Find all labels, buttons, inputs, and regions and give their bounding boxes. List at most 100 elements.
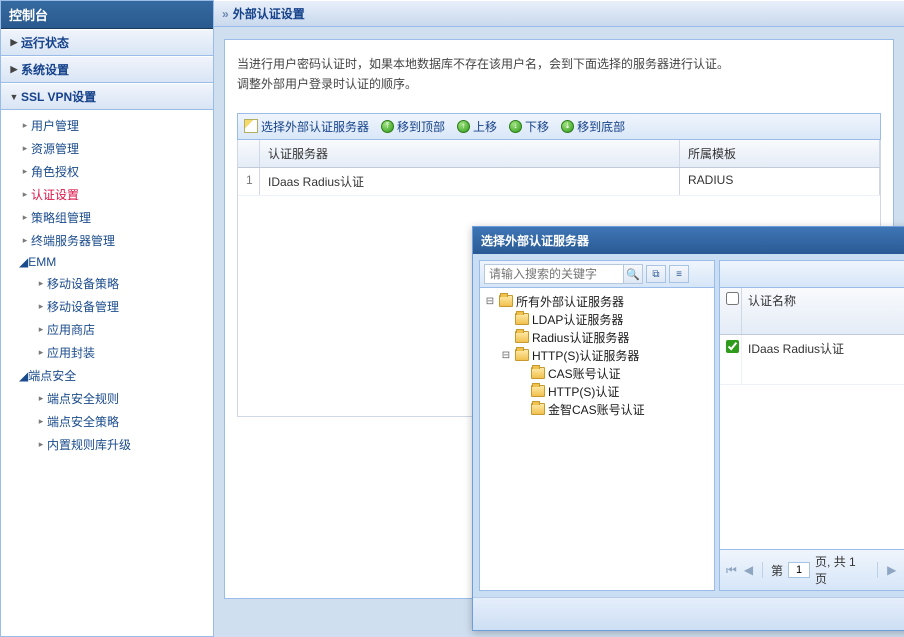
folder-icon <box>515 331 529 343</box>
row-name: IDaas Radius认证 <box>742 335 904 383</box>
nav-label: 移动设备管理 <box>47 298 119 315</box>
col-template: 所属模板 <box>680 140 880 167</box>
grid-panel: 🔍 认证名称 描述 IDaas Radius认证 <box>719 260 904 591</box>
pager-label: 页, 共 1 页 <box>815 553 869 587</box>
section-system-settings[interactable]: ▶ 系统设置 <box>1 56 213 83</box>
nav-terminal-server[interactable]: ▸ 终端服务器管理 <box>1 229 213 252</box>
select-external-server-button[interactable]: 选择外部认证服务器 <box>244 118 369 135</box>
nav-label: 用户管理 <box>31 117 79 134</box>
search-icon[interactable]: 🔍 <box>623 265 642 283</box>
select-server-dialog: 选择外部认证服务器 ✕ 🔍 ⧉ ≡ ⊟ <box>472 226 904 631</box>
chevron-right-icon: ▸ <box>35 393 47 404</box>
nav-resource-mgmt[interactable]: ▸ 资源管理 <box>1 137 213 160</box>
first-page-icon[interactable]: ⏮ <box>725 563 738 578</box>
section-running-status[interactable]: ▶ 运行状态 <box>1 29 213 56</box>
nav-user-mgmt[interactable]: ▸ 用户管理 <box>1 114 213 137</box>
tree-label: LDAP认证服务器 <box>532 311 623 328</box>
chevron-right-icon: ▸ <box>35 278 47 289</box>
breadcrumb-sep: » <box>222 7 229 21</box>
chevron-right-icon: ▸ <box>35 439 47 450</box>
section-label: 运行状态 <box>21 34 69 51</box>
folder-icon <box>499 295 513 307</box>
move-bottom-button[interactable]: ⤓ 移到底部 <box>561 118 625 135</box>
search-input[interactable] <box>485 265 623 283</box>
select-all-checkbox[interactable] <box>726 292 739 305</box>
nav-policy-group[interactable]: ▸ 策略组管理 <box>1 206 213 229</box>
move-top-button[interactable]: ⤒ 移到顶部 <box>381 118 445 135</box>
tree-cas[interactable]: CAS账号认证 <box>484 364 710 382</box>
dialog-footer: 确定 取消 <box>473 597 904 630</box>
nav-mobile-mgmt[interactable]: ▸ 移动设备管理 <box>35 295 213 318</box>
nav-label: EMM <box>28 255 56 269</box>
tree-radius[interactable]: Radius认证服务器 <box>484 328 710 346</box>
desc-line: 当进行用户密码认证时，如果本地数据库不存在该用户名，会到下面选择的服务器进行认证… <box>237 54 881 74</box>
move-down-button[interactable]: ↓ 下移 <box>509 118 549 135</box>
next-page-icon[interactable]: ▶ <box>886 563 897 577</box>
row-name: IDaas Radius认证 <box>260 168 680 195</box>
table-row[interactable]: 1 IDaas Radius认证 RADIUS <box>238 168 880 196</box>
chevron-right-icon: ▶ <box>7 37 21 48</box>
tree-https[interactable]: HTTP(S)认证 <box>484 382 710 400</box>
arrow-bottom-icon: ⤓ <box>561 120 574 133</box>
chevron-right-icon: ▸ <box>19 166 31 177</box>
folder-icon <box>515 349 529 361</box>
nav-endpoint-policy[interactable]: ▸ 端点安全策略 <box>35 410 213 433</box>
nav-app-store[interactable]: ▸ 应用商店 <box>35 318 213 341</box>
tree-jz-cas[interactable]: 金智CAS账号认证 <box>484 400 710 418</box>
sidebar: 控制台 ▶ 运行状态 ▶ 系统设置 ▼ SSL VPN设置 ▸ 用户管理 ▸ 资… <box>0 0 214 637</box>
grid-toolbar: 🔍 <box>720 261 904 288</box>
minus-icon[interactable]: ⊟ <box>484 296 496 307</box>
description: 当进行用户密码认证时，如果本地数据库不存在该用户名，会到下面选择的服务器进行认证… <box>237 54 881 95</box>
edit-icon <box>244 119 258 133</box>
sidebar-title: 控制台 <box>1 1 213 29</box>
chevron-right-icon: ▸ <box>19 189 31 200</box>
arrow-down-icon: ↓ <box>509 120 522 133</box>
nav-label: 移动设备策略 <box>47 275 119 292</box>
collapse-icon: ◢ <box>19 369 28 383</box>
tree-ldap[interactable]: LDAP认证服务器 <box>484 310 710 328</box>
nav-group-endpoint[interactable]: ◢ 端点安全 <box>1 364 213 387</box>
tree-root[interactable]: ⊟ 所有外部认证服务器 <box>484 292 710 310</box>
chevron-right-icon: ▶ <box>7 64 21 75</box>
tree-label: HTTP(S)认证 <box>548 383 619 400</box>
dialog-title: 选择外部认证服务器 <box>481 232 589 249</box>
chevron-right-icon: ▸ <box>19 212 31 223</box>
dialog-title-bar[interactable]: 选择外部认证服务器 ✕ <box>473 227 904 254</box>
nav-role-auth[interactable]: ▸ 角色授权 <box>1 160 213 183</box>
chevron-down-icon: ▼ <box>7 92 21 102</box>
tree-label: HTTP(S)认证服务器 <box>532 347 639 364</box>
collapse-icon: ◢ <box>19 255 28 269</box>
breadcrumb: » 外部认证设置 <box>214 0 904 27</box>
section-label: 系统设置 <box>21 61 69 78</box>
collapse-all-button[interactable]: ≡ <box>669 265 689 283</box>
nav-builtin-rules[interactable]: ▸ 内置规则库升级 <box>35 433 213 456</box>
minus-icon[interactable]: ⊟ <box>500 350 512 361</box>
nav-mobile-policy[interactable]: ▸ 移动设备策略 <box>35 272 213 295</box>
button-label: 移到顶部 <box>397 118 445 135</box>
server-tree: ⊟ 所有外部认证服务器 LDAP认证服务器 Radius认证服 <box>480 288 714 590</box>
page-input[interactable] <box>788 562 810 578</box>
tree-search: 🔍 <box>484 264 643 284</box>
row-checkbox[interactable] <box>726 340 739 353</box>
nav-app-wrap[interactable]: ▸ 应用封装 <box>35 341 213 364</box>
tree-label: 金智CAS账号认证 <box>548 401 645 418</box>
tree-toolbar: 🔍 ⧉ ≡ <box>480 261 714 288</box>
nav-group-emm[interactable]: ◢ EMM <box>1 252 213 272</box>
nav-endpoint-rules[interactable]: ▸ 端点安全规则 <box>35 387 213 410</box>
row-checkbox-cell <box>720 335 742 383</box>
section-ssl-vpn[interactable]: ▼ SSL VPN设置 <box>1 83 213 110</box>
desc-line: 调整外部用户登录时认证的顺序。 <box>237 74 881 94</box>
prev-page-icon[interactable]: ◀ <box>743 563 754 577</box>
nav-auth-settings[interactable]: ▸ 认证设置 <box>1 183 213 206</box>
nav-label: 内置规则库升级 <box>47 436 131 453</box>
nav-label: 角色授权 <box>31 163 79 180</box>
grid-row[interactable]: IDaas Radius认证 IDaas Radius认证 <box>720 335 904 384</box>
button-label: 选择外部认证服务器 <box>261 118 369 135</box>
move-up-button[interactable]: ↑ 上移 <box>457 118 497 135</box>
table-header: 认证服务器 所属模板 <box>238 140 880 168</box>
col-name: 认证服务器 <box>260 140 680 167</box>
section-label: SSL VPN设置 <box>21 88 96 105</box>
tree-http[interactable]: ⊟ HTTP(S)认证服务器 <box>484 346 710 364</box>
separator <box>762 562 763 578</box>
expand-all-button[interactable]: ⧉ <box>646 265 666 283</box>
